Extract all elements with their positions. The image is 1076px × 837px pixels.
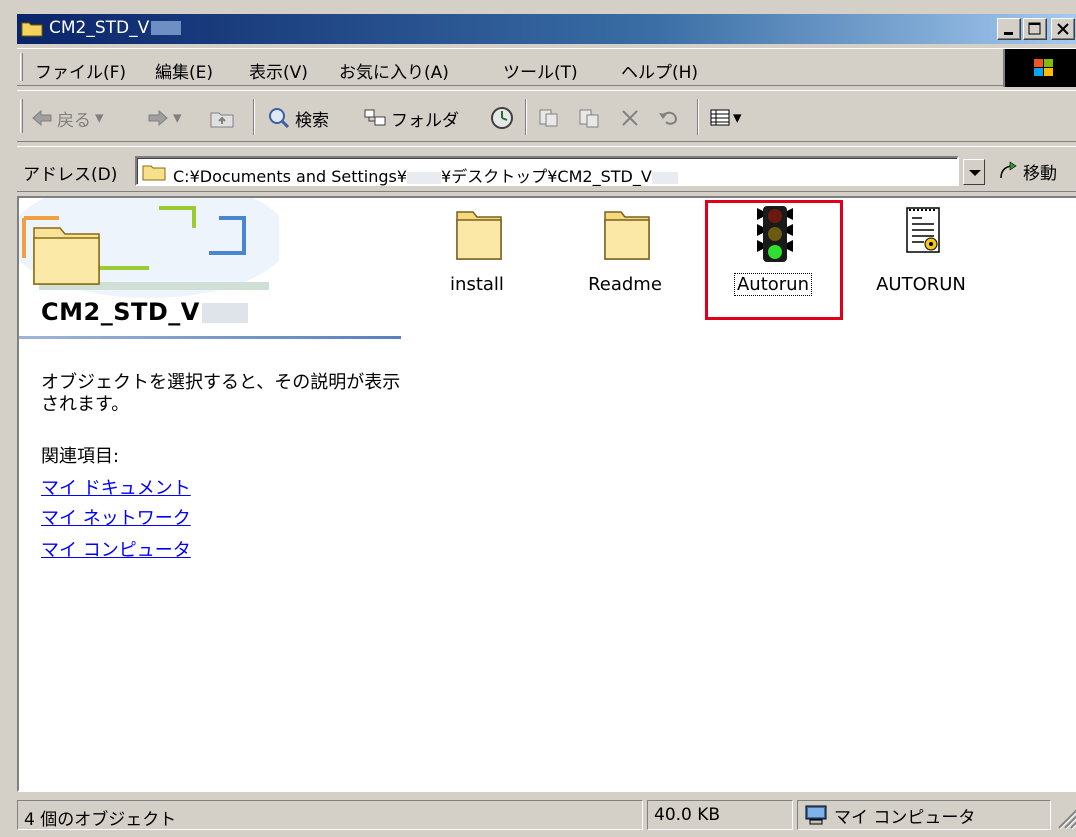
menu-edit[interactable]: 編集(E) — [155, 58, 213, 83]
toolbar-grip[interactable] — [20, 99, 23, 133]
minimize-button[interactable] — [997, 18, 1021, 40]
folder-title: CM2_STD_V — [41, 298, 248, 326]
selection-description: オブジェクトを選択すると、その説明が表示されます。 — [41, 372, 401, 415]
up-folder-icon — [210, 112, 234, 128]
back-arrow-icon — [32, 109, 52, 127]
address-label: アドレス(D) — [23, 165, 118, 185]
delete-button[interactable] — [619, 105, 641, 131]
file-label: install — [450, 274, 504, 295]
close-button[interactable] — [1051, 18, 1075, 40]
resize-grip-icon[interactable] — [1053, 804, 1076, 830]
chevron-down-icon: ▾ — [733, 108, 742, 128]
status-size: 40.0 KB — [647, 800, 793, 830]
status-bar: 4 個のオブジェクト 40.0 KB マイ コンピュータ — [17, 796, 1076, 834]
address-bar: アドレス(D) C:¥Documents and Settings¥ ¥デスクトッ… — [17, 146, 1076, 192]
history-button[interactable] — [489, 105, 515, 131]
title-divider — [19, 336, 401, 339]
chevron-down-icon: ▾ — [173, 108, 182, 128]
search-label: 検索 — [295, 110, 329, 131]
selection-highlight-box — [705, 200, 843, 320]
file-item-autorun-inf[interactable]: AUTORUN — [861, 204, 981, 304]
file-label: AUTORUN — [876, 274, 966, 295]
forward-arrow-icon — [148, 109, 168, 127]
status-object-count: 4 個のオブジェクト — [17, 800, 643, 830]
move-to-icon — [539, 109, 558, 127]
file-item-install[interactable]: install — [417, 204, 537, 304]
my-computer-icon — [805, 805, 827, 825]
delete-icon — [622, 110, 638, 126]
windows-flag-icon — [1034, 59, 1053, 76]
window-title: CM2_STD_V — [49, 18, 182, 38]
go-label: 移動 — [1023, 163, 1057, 184]
go-button[interactable]: 移動 — [997, 159, 1057, 184]
link-my-documents[interactable]: マイ ドキュメント — [41, 474, 191, 500]
address-dropdown-button[interactable] — [963, 159, 985, 185]
views-icon — [710, 109, 730, 126]
status-zone: マイ コンピュータ — [797, 800, 1051, 830]
folder-icon — [142, 165, 166, 181]
close-icon — [1057, 23, 1069, 35]
folder-banner-graphic — [19, 198, 279, 298]
web-view-pane: CM2_STD_V オブジェクトを選択すると、その説明が表示されます。 関連項目… — [19, 198, 401, 790]
folder-icon — [456, 211, 502, 260]
back-button[interactable]: 戻る ▾ — [31, 105, 104, 131]
views-button[interactable]: ▾ — [709, 105, 742, 131]
menu-view[interactable]: 表示(V) — [249, 58, 308, 83]
up-folder-button[interactable] — [209, 105, 235, 131]
search-button[interactable]: 検索 — [267, 105, 329, 131]
address-path: C:¥Documents and Settings¥ ¥デスクトップ¥CM2_ST… — [173, 163, 678, 187]
menu-tools[interactable]: ツール(T) — [503, 58, 578, 83]
menu-favorites[interactable]: お気に入り(A) — [339, 58, 449, 83]
folders-label: フォルダ — [391, 110, 459, 131]
move-to-button[interactable] — [537, 105, 561, 131]
maximize-icon — [1028, 22, 1041, 35]
file-item-readme[interactable]: Readme — [565, 204, 685, 304]
related-label: 関連項目: — [41, 446, 120, 467]
link-my-computer[interactable]: マイ コンピュータ — [41, 536, 191, 562]
menu-help[interactable]: ヘルプ(H) — [621, 58, 698, 83]
maximize-button[interactable] — [1023, 18, 1047, 40]
undo-icon — [659, 111, 678, 125]
menu-file[interactable]: ファイル(F) — [35, 58, 126, 83]
explorer-window: CM2_STD_V ファイル(F) 編集(E) 表示(V) お気に入り(A) ツ… — [0, 0, 1076, 837]
back-label: 戻る — [57, 110, 91, 131]
chevron-down-icon: ▾ — [95, 108, 104, 128]
standard-toolbar: 戻る ▾ ▾ 検索 フォルダ ▾ — [17, 90, 1076, 142]
copy-to-button[interactable] — [577, 105, 601, 131]
folder-icon — [604, 211, 650, 260]
title-bar[interactable]: CM2_STD_V — [17, 14, 1076, 44]
history-icon — [491, 107, 513, 129]
file-label: Readme — [588, 274, 662, 295]
minimize-icon — [1004, 32, 1013, 35]
menu-bar: ファイル(F) 編集(E) 表示(V) お気に入り(A) ツール(T) ヘルプ(… — [17, 48, 1076, 87]
content-pane: CM2_STD_V オブジェクトを選択すると、その説明が表示されます。 関連項目… — [17, 196, 1076, 792]
setup-info-file-icon — [906, 207, 940, 253]
folders-button[interactable]: フォルダ — [363, 105, 459, 131]
folder-icon — [21, 22, 43, 37]
menu-bar-grip[interactable] — [20, 53, 23, 81]
search-icon — [269, 108, 290, 129]
link-my-network[interactable]: マイ ネットワーク — [41, 504, 191, 530]
address-input[interactable]: C:¥Documents and Settings¥ ¥デスクトップ¥CM2_ST… — [135, 156, 959, 186]
folder-tree-icon — [364, 109, 386, 126]
undo-button[interactable] — [657, 105, 681, 131]
forward-button[interactable]: ▾ — [147, 105, 182, 131]
go-arrow-icon — [1000, 161, 1017, 179]
copy-to-icon — [579, 109, 599, 128]
zone-label: マイ コンピュータ — [834, 807, 976, 828]
windows-logo — [1003, 49, 1076, 87]
